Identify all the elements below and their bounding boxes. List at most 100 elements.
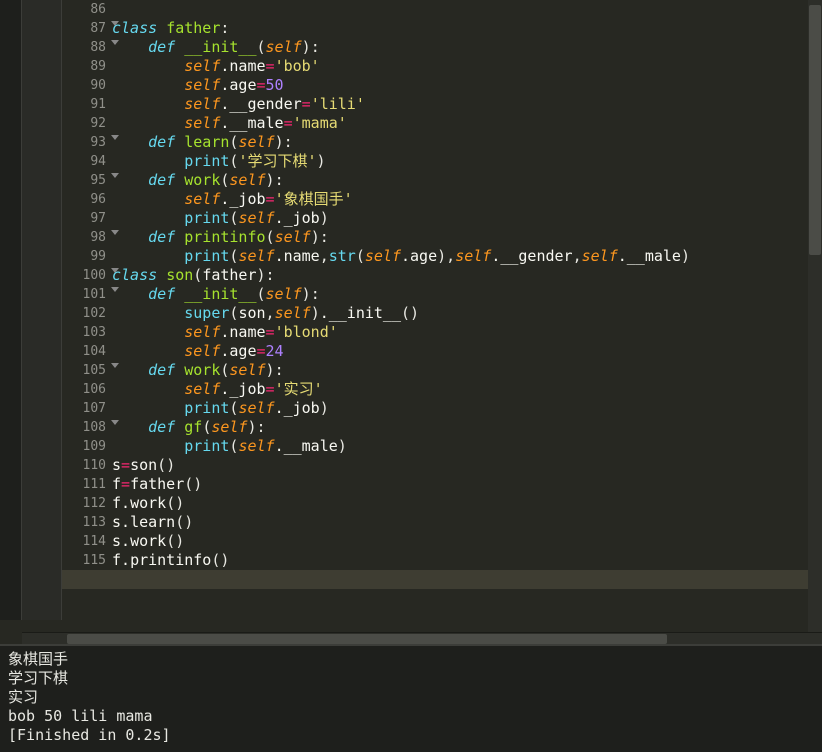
token-name: name — [229, 323, 265, 341]
token-paren: ) — [320, 209, 329, 227]
token-name: s — [112, 532, 121, 550]
code-line[interactable]: class son(father): — [112, 266, 822, 285]
token-fn: gf — [184, 418, 202, 436]
code-line[interactable]: print(self._job) — [112, 209, 822, 228]
code-line[interactable]: def __init__(self): — [112, 285, 822, 304]
token-op: = — [266, 380, 275, 398]
code-line[interactable]: self.age=24 — [112, 342, 822, 361]
code-line[interactable]: self.age=50 — [112, 76, 822, 95]
token-str: '实习' — [275, 380, 323, 398]
token-paren: : — [257, 418, 266, 436]
token-self: self — [184, 76, 220, 94]
token-cls: father — [166, 19, 220, 37]
output-console[interactable]: 象棋国手学习下棋实习bob 50 lili mama[Finished in 0… — [0, 644, 822, 752]
code-line[interactable]: s.work() — [112, 532, 822, 551]
code-line[interactable]: s.learn() — [112, 513, 822, 532]
token-fn: __init__ — [184, 38, 256, 56]
token-paren: ) — [175, 494, 184, 512]
token-self: self — [184, 323, 220, 341]
token-str: 'mama' — [293, 114, 347, 132]
line-number: 97 — [62, 209, 106, 228]
token-name: f — [112, 551, 121, 569]
token-self: self — [582, 247, 618, 265]
token-self: self — [455, 247, 491, 265]
code-line[interactable]: self.name='bob' — [112, 57, 822, 76]
code-line[interactable]: self._job='实习' — [112, 380, 822, 399]
token-paren: ) — [266, 361, 275, 379]
token-paren: ) — [311, 228, 320, 246]
code-line[interactable]: print('学习下棋') — [112, 152, 822, 171]
token-builtin: str — [329, 247, 356, 265]
token-num: 50 — [266, 76, 284, 94]
code-line[interactable]: def learn(self): — [112, 133, 822, 152]
line-number-gutter[interactable]: 8687888990919293949596979899100101102103… — [62, 0, 112, 589]
token-self: self — [238, 399, 274, 417]
token-name — [112, 247, 184, 265]
line-number: 98 — [62, 228, 106, 247]
token-paren: , — [446, 247, 455, 265]
token-self: self — [184, 190, 220, 208]
code-line[interactable]: def work(self): — [112, 171, 822, 190]
token-self: self — [184, 95, 220, 113]
code-line[interactable] — [112, 0, 822, 19]
code-line[interactable]: print(self.name,str(self.age),self.__gen… — [112, 247, 822, 266]
line-number: 111 — [62, 475, 106, 494]
token-name: work — [130, 494, 166, 512]
line-number: 101 — [62, 285, 106, 304]
code-line[interactable]: f.printinfo() — [112, 551, 822, 570]
code-line[interactable]: print(self.__male) — [112, 437, 822, 456]
token-name: . — [275, 209, 284, 227]
code-line[interactable]: f.work() — [112, 494, 822, 513]
token-self: self — [184, 114, 220, 132]
token-paren: ) — [302, 285, 311, 303]
line-number: 91 — [62, 95, 106, 114]
vertical-scrollbar[interactable] — [808, 0, 822, 632]
code-line[interactable]: f=father() — [112, 475, 822, 494]
horizontal-scrollbar[interactable] — [22, 632, 822, 644]
code-line[interactable]: super(son,self).__init__() — [112, 304, 822, 323]
code-line[interactable]: s=son() — [112, 456, 822, 475]
token-defkw: def — [148, 228, 184, 246]
token-name: __init__ — [329, 304, 401, 322]
token-name — [112, 152, 184, 170]
code-line[interactable]: print(self._job) — [112, 399, 822, 418]
token-name — [112, 38, 148, 56]
line-number: 89 — [62, 57, 106, 76]
token-name — [112, 95, 184, 113]
token-name: . — [275, 437, 284, 455]
code-line[interactable]: self._job='象棋国手' — [112, 190, 822, 209]
code-area[interactable]: class father: def __init__(self): self.n… — [112, 0, 822, 589]
editor-pane: 8687888990919293949596979899100101102103… — [0, 0, 822, 620]
token-name: . — [121, 551, 130, 569]
code-editor[interactable]: 8687888990919293949596979899100101102103… — [62, 0, 822, 620]
code-line[interactable]: def __init__(self): — [112, 38, 822, 57]
token-name: __male — [229, 114, 283, 132]
code-line[interactable]: def gf(self): — [112, 418, 822, 437]
token-op: = — [257, 76, 266, 94]
token-kw: class — [112, 266, 166, 284]
token-name: . — [401, 247, 410, 265]
token-self: self — [184, 57, 220, 75]
code-line[interactable]: self.__gender='lili' — [112, 95, 822, 114]
token-builtin: print — [184, 437, 229, 455]
code-line[interactable]: def printinfo(self): — [112, 228, 822, 247]
token-op: = — [266, 57, 275, 75]
line-number: 92 — [62, 114, 106, 133]
line-number: 112 — [62, 494, 106, 513]
code-line[interactable]: class father: — [112, 19, 822, 38]
code-line[interactable]: def work(self): — [112, 361, 822, 380]
token-name: father — [202, 266, 256, 284]
token-fn: printinfo — [184, 228, 265, 246]
horizontal-scrollbar-thumb[interactable] — [67, 634, 667, 644]
vertical-scrollbar-thumb[interactable] — [809, 5, 821, 255]
token-name: _job — [229, 380, 265, 398]
token-paren: : — [320, 228, 329, 246]
token-name: age — [410, 247, 437, 265]
token-name: . — [275, 399, 284, 417]
token-builtin: print — [184, 399, 229, 417]
code-line[interactable]: self.__male='mama' — [112, 114, 822, 133]
token-paren: ) — [193, 475, 202, 493]
code-line[interactable] — [112, 570, 822, 589]
code-line[interactable]: self.name='blond' — [112, 323, 822, 342]
token-paren: ) — [320, 399, 329, 417]
